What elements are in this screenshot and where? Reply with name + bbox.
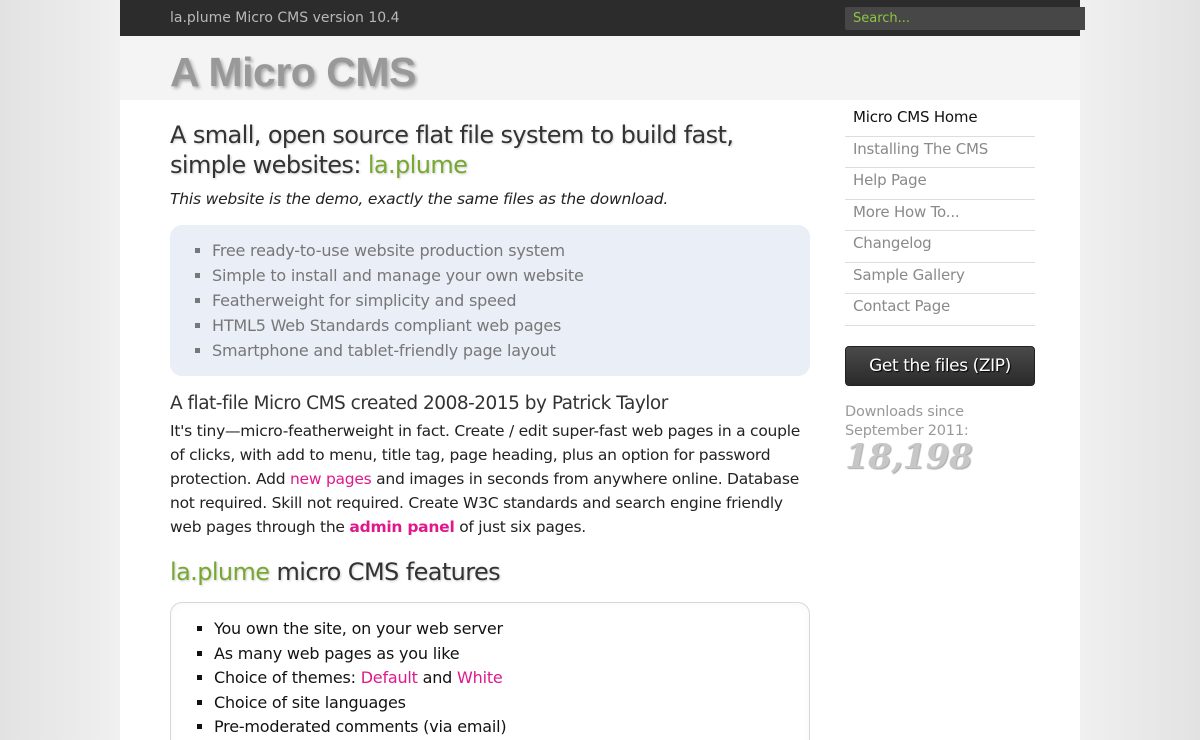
downloads-label: Downloads since September 2011: — [845, 403, 969, 439]
intro-text: This website is the demo, exactly the sa… — [170, 190, 669, 208]
list-item: Free ready-to-use website production sys… — [212, 238, 790, 263]
features-box: You own the site, on your web server As … — [170, 602, 810, 740]
sidebar-item-home[interactable]: Micro CMS Home — [845, 105, 1035, 137]
downloads-count: 18,198 — [845, 436, 973, 477]
list-item: You own the site, on your web server — [214, 617, 789, 642]
theme-default-link[interactable]: Default — [361, 668, 418, 687]
list-item: Smartphone and tablet-friendly page layo… — [212, 338, 790, 363]
theme-choice-text: Choice of themes: — [214, 668, 361, 687]
main-content: A small, open source flat file system to… — [170, 120, 810, 740]
list-item: Simple to install and manage your own we… — [212, 263, 790, 288]
site-title[interactable]: A Micro CMS — [170, 49, 416, 96]
page-container: A Micro CMS A small, open source flat fi… — [120, 36, 1080, 740]
list-item: Featherweight for simplicity and speed — [212, 288, 790, 313]
search-input[interactable] — [845, 7, 1085, 30]
page-background-right — [1080, 0, 1200, 740]
theme-choice-and: and — [417, 668, 458, 687]
new-pages-link[interactable]: new pages — [290, 470, 372, 488]
sidebar-item-installing[interactable]: Installing The CMS — [845, 137, 1035, 168]
list-item: HTML5 Web Standards compliant web pages — [212, 313, 790, 338]
page-headline: A small, open source flat file system to… — [170, 120, 810, 180]
features-heading: la.plume micro CMS features — [170, 558, 810, 586]
list-item: Choice of themes: Default and White — [214, 666, 789, 691]
list-item: Pre-moderated comments (via email) — [214, 715, 789, 740]
cms-version-text: la.plume Micro CMS version 10.4 — [170, 10, 400, 26]
sidebar-item-changelog[interactable]: Changelog — [845, 231, 1035, 263]
paragraph-text: of just six pages. — [454, 518, 586, 536]
download-zip-button[interactable]: Get the files (ZIP) — [845, 345, 1035, 386]
sidebar-item-gallery[interactable]: Sample Gallery — [845, 263, 1035, 294]
sidebar-item-more-how-to[interactable]: More How To... — [845, 200, 1035, 231]
top-bar: la.plume Micro CMS version 10.4 — [120, 0, 1085, 36]
page-background-left — [0, 0, 120, 740]
admin-panel-link[interactable]: admin panel — [349, 518, 454, 536]
features-heading-brand: la.plume — [170, 558, 270, 586]
features-heading-text: micro CMS features — [269, 558, 501, 586]
sidebar-item-contact[interactable]: Contact Page — [845, 294, 1035, 326]
highlights-box: Free ready-to-use website production sys… — [170, 225, 810, 376]
author-subheading: A flat-file Micro CMS created 2008-2015 … — [170, 393, 668, 414]
site-header: A Micro CMS — [120, 36, 1080, 100]
theme-white-link[interactable]: White — [457, 668, 503, 687]
description-paragraph: It's tiny—micro-featherweight in fact. C… — [170, 419, 810, 539]
list-item: As many web pages as you like — [214, 642, 789, 667]
sidebar: Micro CMS Home Installing The CMS Help P… — [845, 105, 1035, 474]
list-item: Choice of site languages — [214, 691, 789, 716]
sidebar-item-help[interactable]: Help Page — [845, 168, 1035, 200]
headline-brand: la.plume — [367, 151, 468, 179]
sidebar-nav: Micro CMS Home Installing The CMS Help P… — [845, 105, 1035, 326]
